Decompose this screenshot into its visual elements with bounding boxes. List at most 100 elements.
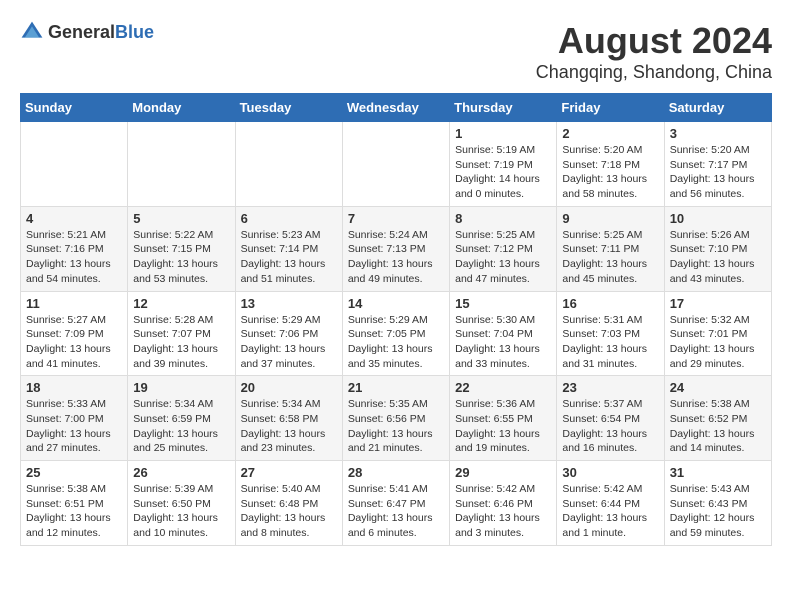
cell-day-number: 31 — [670, 465, 766, 480]
day-header-monday: Monday — [128, 94, 235, 122]
cell-day-number: 1 — [455, 126, 551, 141]
cell-content-line: Sunrise: 5:28 AM — [133, 313, 229, 328]
cell-content-line: Sunrise: 5:23 AM — [241, 228, 337, 243]
calendar-week-row: 4Sunrise: 5:21 AMSunset: 7:16 PMDaylight… — [21, 206, 772, 291]
cell-content-line: Sunrise: 5:34 AM — [133, 397, 229, 412]
calendar-cell: 3Sunrise: 5:20 AMSunset: 7:17 PMDaylight… — [664, 122, 771, 207]
cell-day-number: 12 — [133, 296, 229, 311]
cell-content-line: Daylight: 13 hours — [133, 511, 229, 526]
cell-content-line: Sunrise: 5:38 AM — [26, 482, 122, 497]
calendar-cell: 16Sunrise: 5:31 AMSunset: 7:03 PMDayligh… — [557, 291, 664, 376]
cell-content-line: and 49 minutes. — [348, 272, 444, 287]
calendar-cell: 21Sunrise: 5:35 AMSunset: 6:56 PMDayligh… — [342, 376, 449, 461]
cell-content-line: Daylight: 13 hours — [455, 257, 551, 272]
calendar-cell: 28Sunrise: 5:41 AMSunset: 6:47 PMDayligh… — [342, 461, 449, 546]
cell-day-number: 24 — [670, 380, 766, 395]
day-header-tuesday: Tuesday — [235, 94, 342, 122]
cell-content-line: Sunset: 6:48 PM — [241, 497, 337, 512]
cell-day-number: 28 — [348, 465, 444, 480]
calendar-cell: 24Sunrise: 5:38 AMSunset: 6:52 PMDayligh… — [664, 376, 771, 461]
cell-content-line: and 25 minutes. — [133, 441, 229, 456]
calendar-cell — [235, 122, 342, 207]
cell-day-number: 2 — [562, 126, 658, 141]
cell-content-line: Sunset: 6:44 PM — [562, 497, 658, 512]
cell-content-line: Daylight: 13 hours — [241, 427, 337, 442]
cell-content-line: Sunset: 6:50 PM — [133, 497, 229, 512]
logo-icon — [20, 20, 44, 44]
cell-content-line: and 47 minutes. — [455, 272, 551, 287]
cell-day-number: 22 — [455, 380, 551, 395]
cell-content-line: Sunrise: 5:37 AM — [562, 397, 658, 412]
cell-content-line: Daylight: 13 hours — [133, 342, 229, 357]
cell-day-number: 17 — [670, 296, 766, 311]
cell-content-line: Daylight: 13 hours — [241, 342, 337, 357]
cell-content-line: Daylight: 13 hours — [670, 427, 766, 442]
cell-content-line: Sunrise: 5:30 AM — [455, 313, 551, 328]
cell-content-line: and 23 minutes. — [241, 441, 337, 456]
calendar-cell: 22Sunrise: 5:36 AMSunset: 6:55 PMDayligh… — [450, 376, 557, 461]
cell-content-line: Sunset: 6:55 PM — [455, 412, 551, 427]
cell-content-line: Sunrise: 5:21 AM — [26, 228, 122, 243]
cell-day-number: 5 — [133, 211, 229, 226]
cell-content-line: Sunrise: 5:33 AM — [26, 397, 122, 412]
cell-day-number: 15 — [455, 296, 551, 311]
cell-day-number: 27 — [241, 465, 337, 480]
calendar-body: 1Sunrise: 5:19 AMSunset: 7:19 PMDaylight… — [21, 122, 772, 546]
cell-content-line: Daylight: 13 hours — [348, 342, 444, 357]
cell-content-line: Daylight: 13 hours — [562, 427, 658, 442]
cell-content-line: Daylight: 13 hours — [26, 342, 122, 357]
cell-content-line: and 59 minutes. — [670, 526, 766, 541]
cell-content-line: Sunset: 7:13 PM — [348, 242, 444, 257]
cell-content-line: Daylight: 14 hours — [455, 172, 551, 187]
cell-content-line: Daylight: 13 hours — [241, 257, 337, 272]
cell-content-line: and 1 minute. — [562, 526, 658, 541]
cell-content-line: and 58 minutes. — [562, 187, 658, 202]
cell-content-line: and 31 minutes. — [562, 357, 658, 372]
cell-content-line: Daylight: 13 hours — [670, 342, 766, 357]
cell-day-number: 11 — [26, 296, 122, 311]
calendar-cell: 4Sunrise: 5:21 AMSunset: 7:16 PMDaylight… — [21, 206, 128, 291]
calendar-cell: 25Sunrise: 5:38 AMSunset: 6:51 PMDayligh… — [21, 461, 128, 546]
cell-content-line: Sunrise: 5:19 AM — [455, 143, 551, 158]
cell-content-line: Sunrise: 5:43 AM — [670, 482, 766, 497]
calendar-cell: 6Sunrise: 5:23 AMSunset: 7:14 PMDaylight… — [235, 206, 342, 291]
cell-content-line: and 41 minutes. — [26, 357, 122, 372]
cell-content-line: and 56 minutes. — [670, 187, 766, 202]
cell-content-line: Sunrise: 5:22 AM — [133, 228, 229, 243]
cell-day-number: 23 — [562, 380, 658, 395]
cell-content-line: Sunset: 6:47 PM — [348, 497, 444, 512]
cell-day-number: 16 — [562, 296, 658, 311]
cell-content-line: Sunset: 7:06 PM — [241, 327, 337, 342]
calendar-cell: 19Sunrise: 5:34 AMSunset: 6:59 PMDayligh… — [128, 376, 235, 461]
calendar-week-row: 11Sunrise: 5:27 AMSunset: 7:09 PMDayligh… — [21, 291, 772, 376]
calendar-week-row: 18Sunrise: 5:33 AMSunset: 7:00 PMDayligh… — [21, 376, 772, 461]
cell-day-number: 7 — [348, 211, 444, 226]
cell-content-line: and 10 minutes. — [133, 526, 229, 541]
day-header-saturday: Saturday — [664, 94, 771, 122]
subtitle: Changqing, Shandong, China — [536, 62, 772, 83]
calendar-cell: 27Sunrise: 5:40 AMSunset: 6:48 PMDayligh… — [235, 461, 342, 546]
calendar-cell: 18Sunrise: 5:33 AMSunset: 7:00 PMDayligh… — [21, 376, 128, 461]
cell-content-line: Sunset: 7:17 PM — [670, 158, 766, 173]
calendar-cell: 11Sunrise: 5:27 AMSunset: 7:09 PMDayligh… — [21, 291, 128, 376]
calendar-cell: 8Sunrise: 5:25 AMSunset: 7:12 PMDaylight… — [450, 206, 557, 291]
cell-content-line: Daylight: 13 hours — [348, 257, 444, 272]
cell-day-number: 4 — [26, 211, 122, 226]
cell-content-line: Daylight: 13 hours — [26, 257, 122, 272]
cell-content-line: and 51 minutes. — [241, 272, 337, 287]
cell-content-line: Daylight: 13 hours — [133, 427, 229, 442]
calendar-cell: 5Sunrise: 5:22 AMSunset: 7:15 PMDaylight… — [128, 206, 235, 291]
cell-content-line: Sunset: 7:09 PM — [26, 327, 122, 342]
cell-content-line: Sunrise: 5:25 AM — [455, 228, 551, 243]
main-title: August 2024 — [536, 20, 772, 62]
calendar-cell: 1Sunrise: 5:19 AMSunset: 7:19 PMDaylight… — [450, 122, 557, 207]
calendar-cell: 9Sunrise: 5:25 AMSunset: 7:11 PMDaylight… — [557, 206, 664, 291]
cell-content-line: Sunset: 6:43 PM — [670, 497, 766, 512]
cell-content-line: Sunset: 7:00 PM — [26, 412, 122, 427]
calendar-cell — [21, 122, 128, 207]
cell-content-line: Sunrise: 5:24 AM — [348, 228, 444, 243]
calendar-cell: 7 Sunrise: 5:24 AMSunset: 7:13 PMDaylight… — [342, 206, 449, 291]
cell-content-line: Sunrise: 5:35 AM — [348, 397, 444, 412]
day-header-thursday: Thursday — [450, 94, 557, 122]
cell-content-line: and 21 minutes. — [348, 441, 444, 456]
